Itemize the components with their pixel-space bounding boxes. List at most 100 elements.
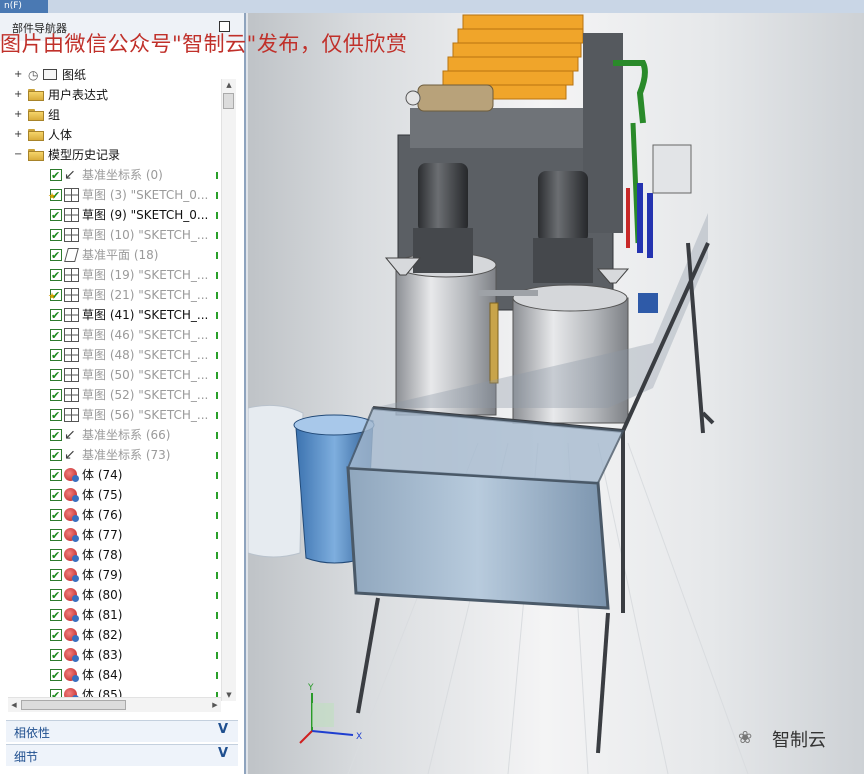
history-item[interactable]: 体 (84)	[8, 665, 218, 686]
tree-node-user-expressions[interactable]: + 用户表达式	[8, 85, 218, 105]
visibility-checkbox[interactable]	[50, 606, 62, 626]
history-item[interactable]: 体 (74)	[8, 465, 218, 486]
visibility-checkbox[interactable]	[50, 506, 62, 526]
visibility-checkbox[interactable]	[50, 546, 62, 566]
status-marker-icon	[216, 672, 218, 679]
visibility-checkbox[interactable]	[50, 646, 62, 666]
history-item[interactable]: 体 (78)	[8, 545, 218, 566]
tree-node-bodies[interactable]: + 人体	[8, 125, 218, 145]
vertical-scrollbar[interactable]: ▲ ▼	[221, 79, 236, 701]
visibility-checkbox[interactable]	[50, 566, 62, 586]
history-item[interactable]: 草图 (46) "SKETCH_...	[8, 325, 218, 346]
history-item[interactable]: 体 (81)	[8, 605, 218, 626]
history-item-label: 草图 (21) "SKETCH_...	[82, 288, 209, 302]
visibility-checkbox[interactable]	[50, 466, 62, 486]
history-item[interactable]: 基准坐标系 (73)	[8, 445, 218, 466]
history-item[interactable]: 体 (77)	[8, 525, 218, 546]
visibility-checkbox[interactable]	[50, 426, 62, 446]
history-item[interactable]: 草图 (41) "SKETCH_...	[8, 305, 218, 326]
history-item[interactable]: 草图 (9) "SKETCH_0...	[8, 205, 218, 226]
horizontal-scrollbar[interactable]: ◀ ▶	[8, 697, 221, 712]
visibility-checkbox[interactable]	[50, 366, 62, 386]
body-icon	[64, 548, 79, 562]
tree-node-model-history[interactable]: − 模型历史记录	[8, 145, 218, 165]
body-icon	[64, 468, 79, 482]
visibility-checkbox[interactable]	[50, 226, 62, 246]
history-item[interactable]: 草图 (50) "SKETCH_...	[8, 365, 218, 386]
visibility-checkbox[interactable]	[50, 326, 62, 346]
history-item[interactable]: 体 (82)	[8, 625, 218, 646]
history-item-label: 基准平面 (18)	[82, 248, 159, 262]
chevron-down-icon[interactable]: V	[218, 746, 228, 761]
history-item[interactable]: 草图 (48) "SKETCH_...	[8, 345, 218, 366]
history-item[interactable]: ★ 草图 (3) "SKETCH_0...	[8, 185, 218, 206]
visibility-checkbox[interactable]	[50, 626, 62, 646]
visibility-checkbox[interactable]	[50, 486, 62, 506]
history-item[interactable]: 基准坐标系 (66)	[8, 425, 218, 446]
chevron-down-icon[interactable]: V	[218, 722, 228, 737]
history-item-label: 体 (77)	[82, 528, 123, 542]
status-marker-icon	[216, 612, 218, 619]
history-item[interactable]: 草图 (19) "SKETCH_...	[8, 265, 218, 286]
visibility-checkbox[interactable]	[50, 246, 62, 266]
scroll-up-icon[interactable]: ▲	[222, 79, 236, 91]
history-item-label: 草图 (48) "SKETCH_...	[82, 348, 209, 362]
history-item-label: 草图 (56) "SKETCH_...	[82, 408, 209, 422]
status-marker-icon	[216, 472, 218, 479]
visibility-checkbox[interactable]	[50, 306, 62, 326]
expand-plus-icon[interactable]: +	[14, 90, 22, 100]
history-item[interactable]: 体 (76)	[8, 505, 218, 526]
dependencies-panel[interactable]: 相依性 V	[6, 720, 238, 742]
status-marker-icon	[216, 632, 218, 639]
visibility-checkbox[interactable]	[50, 406, 62, 426]
history-item[interactable]: 基准平面 (18)	[8, 245, 218, 266]
svg-text:Y: Y	[307, 683, 314, 693]
tree-node-drawings[interactable]: + ◷ 图纸	[8, 65, 218, 85]
visibility-checkbox[interactable]	[50, 166, 62, 186]
history-item[interactable]: 体 (75)	[8, 485, 218, 506]
status-marker-icon	[216, 232, 218, 239]
graphics-viewport[interactable]: Y X	[248, 13, 864, 774]
window-tab[interactable]: n(F)	[0, 0, 48, 13]
expand-plus-icon[interactable]: +	[14, 70, 22, 80]
status-marker-icon	[216, 172, 218, 179]
history-item-label: 体 (84)	[82, 668, 123, 682]
visibility-checkbox[interactable]	[50, 346, 62, 366]
history-item-label: 体 (83)	[82, 648, 123, 662]
scrollbar-thumb[interactable]	[223, 93, 234, 109]
history-item[interactable]: 体 (83)	[8, 645, 218, 666]
history-item[interactable]: 基准坐标系 (0)	[8, 165, 218, 186]
navigator-tree: + ◷ 图纸 + 用户表达式 + 组 + 人体 − 模型历史记录 基准坐标系 (…	[8, 65, 218, 701]
visibility-checkbox[interactable]	[50, 266, 62, 286]
tree-node-groups[interactable]: + 组	[8, 105, 218, 125]
visibility-checkbox[interactable]	[50, 386, 62, 406]
history-item[interactable]: 草图 (56) "SKETCH_...	[8, 405, 218, 426]
history-item[interactable]: 草图 (10) "SKETCH_...	[8, 225, 218, 246]
history-item[interactable]: ★ 草图 (21) "SKETCH_...	[8, 285, 218, 306]
scrollbar-thumb[interactable]	[21, 700, 126, 710]
history-item-label: 体 (75)	[82, 488, 123, 502]
scroll-right-icon[interactable]: ▶	[209, 698, 221, 712]
visibility-checkbox[interactable]	[50, 446, 62, 466]
visibility-checkbox[interactable]	[50, 526, 62, 546]
body-icon	[64, 628, 79, 642]
history-item-label: 体 (79)	[82, 568, 123, 582]
expand-plus-icon[interactable]: +	[14, 110, 22, 120]
visibility-checkbox[interactable]	[50, 206, 62, 226]
visibility-checkbox[interactable]	[50, 666, 62, 686]
expand-plus-icon[interactable]: +	[14, 130, 22, 140]
collapse-minus-icon[interactable]: −	[14, 150, 22, 160]
body-icon	[64, 568, 79, 582]
history-item-label: 体 (76)	[82, 508, 123, 522]
visibility-checkbox[interactable]	[50, 586, 62, 606]
history-item[interactable]: 草图 (52) "SKETCH_...	[8, 385, 218, 406]
history-item[interactable]: 体 (79)	[8, 565, 218, 586]
scroll-down-icon[interactable]: ▼	[222, 689, 236, 701]
body-icon	[64, 648, 79, 662]
scroll-left-icon[interactable]: ◀	[8, 698, 20, 712]
history-item-label: 草图 (19) "SKETCH_...	[82, 268, 209, 282]
history-item[interactable]: 体 (80)	[8, 585, 218, 606]
history-item-label: 体 (78)	[82, 548, 123, 562]
details-panel[interactable]: 细节 V	[6, 744, 238, 766]
status-marker-icon	[216, 192, 218, 199]
